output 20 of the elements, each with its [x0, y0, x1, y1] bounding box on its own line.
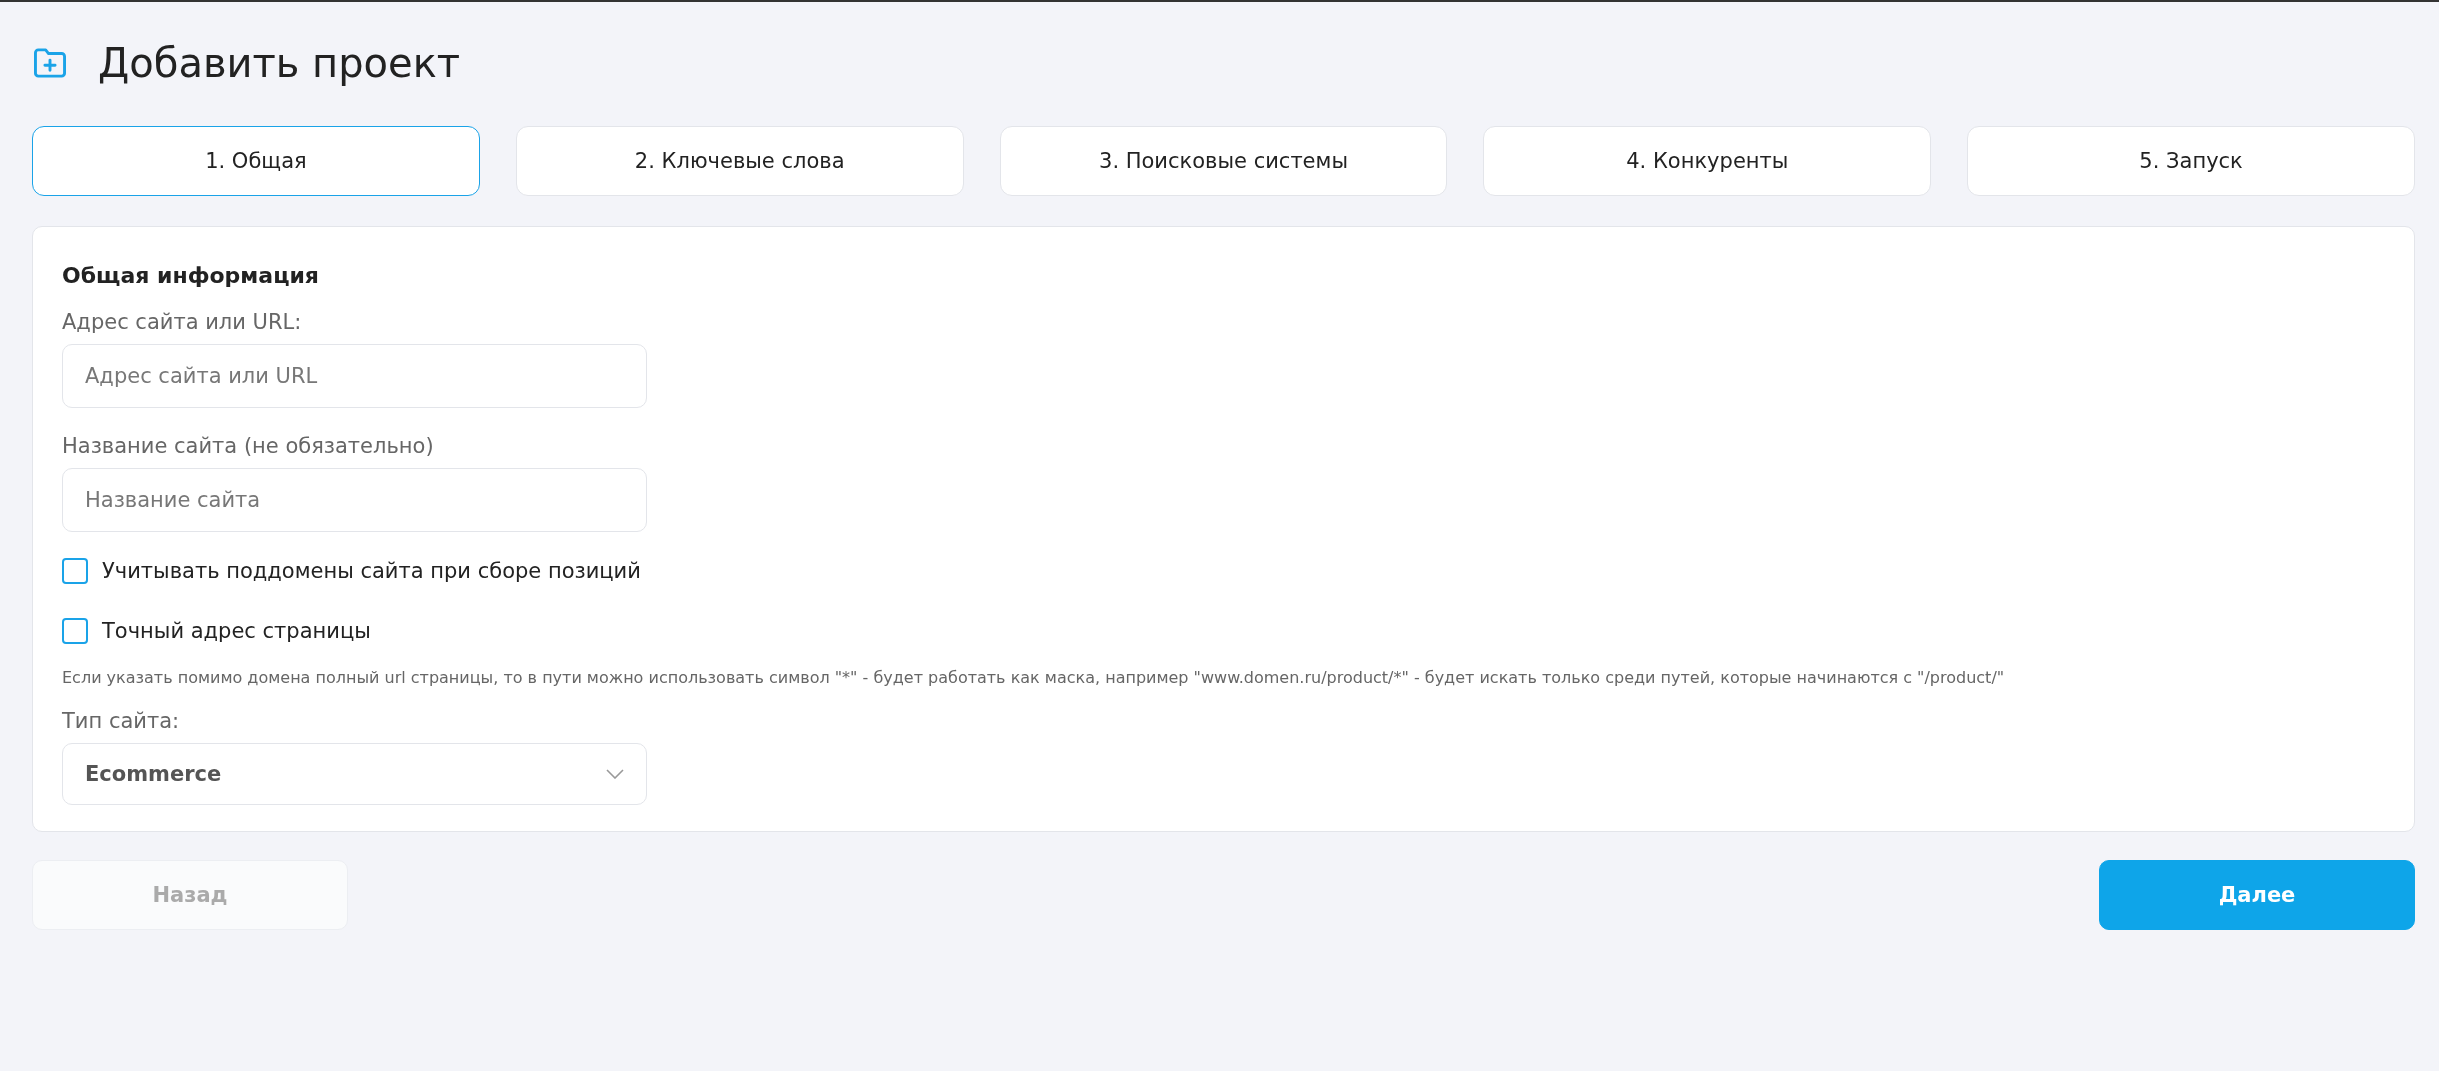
site-type-select[interactable]: Ecommerce [62, 743, 647, 805]
step-tab[interactable]: 5. Запуск [1967, 126, 2415, 196]
step-tab[interactable]: 3. Поисковые системы [999, 126, 1448, 196]
field-label: Название сайта (не обязательно) [62, 434, 435, 458]
checkbox[interactable] [62, 558, 88, 584]
checkbox-label: Точный адрес страницы [102, 619, 371, 643]
step-tab[interactable]: 2. Ключевые слова [515, 126, 964, 196]
field-label: Тип сайта: [62, 709, 181, 733]
chevron-down-icon [606, 769, 624, 779]
step-tab[interactable]: 1. Общая [32, 126, 480, 196]
input-field[interactable]: Адрес сайта или URL [62, 344, 647, 408]
page-title: Добавить проект [98, 40, 461, 86]
field-label: Адрес сайта или URL: [62, 310, 303, 334]
hint-text: Если указать помимо домена полный url страницы, то в пути можно использовать символ "*" - будет работать как маска, например "www.domen.ru/product/*" - будет искать только среди путей, которые начинаются с "/product/" [62, 668, 2006, 687]
input-field[interactable]: Название сайта [62, 468, 647, 532]
folder-plus-icon [32, 47, 68, 79]
checkbox[interactable] [62, 618, 88, 644]
step-tab[interactable]: 4. Конкуренты [1483, 126, 1932, 196]
section-title: Общая информация [62, 263, 320, 288]
checkbox-label: Учитывать поддомены сайта при сборе позиций [102, 559, 641, 583]
